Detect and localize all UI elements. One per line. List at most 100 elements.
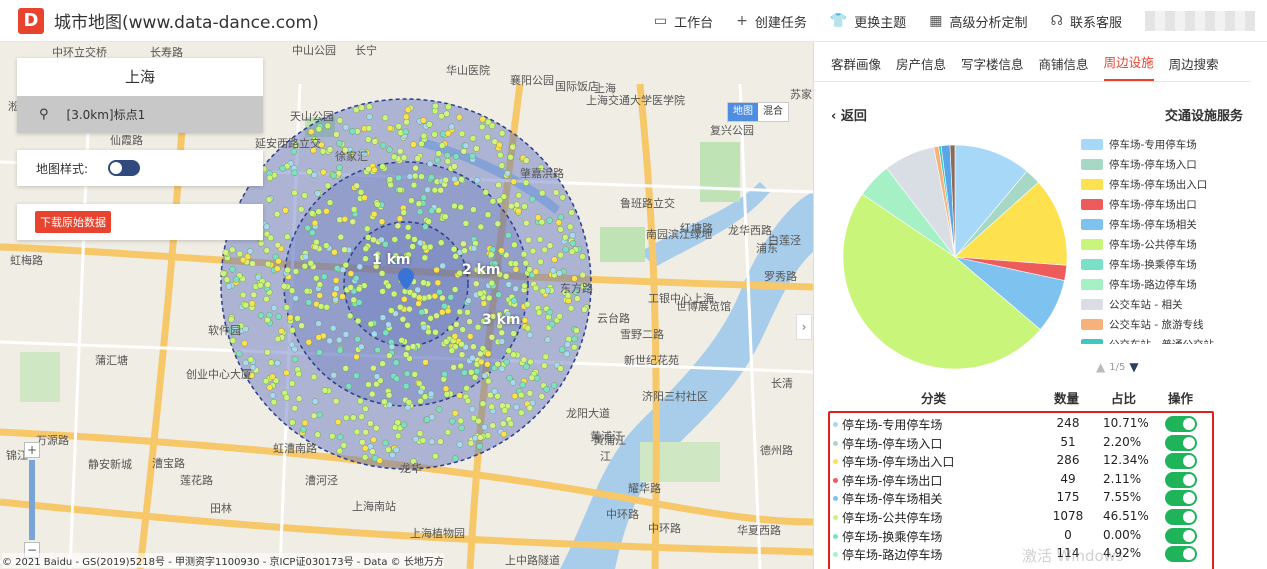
zoom-in-button[interactable]: + — [24, 442, 40, 458]
row-visibility-toggle[interactable] — [1165, 490, 1197, 507]
poi-dot — [374, 346, 381, 354]
poi-dot — [249, 260, 256, 267]
map-place-label: 徐家汇 — [335, 150, 368, 163]
legend-item[interactable]: 停车场-停车场入口 — [1081, 154, 1261, 174]
poi-dot — [501, 407, 508, 414]
poi-dot — [432, 102, 439, 110]
poi-dot — [498, 338, 506, 345]
poi-dot — [556, 313, 563, 320]
map-style-toggle[interactable] — [108, 160, 141, 176]
poi-dot — [394, 222, 402, 230]
collapse-panel-button[interactable]: › — [796, 314, 812, 340]
pager-up-icon[interactable]: ▲ — [1096, 360, 1105, 374]
poi-dot — [298, 206, 305, 213]
poi-dot — [532, 284, 540, 292]
pager-down-icon[interactable]: ▼ — [1129, 360, 1138, 374]
poi-dot — [529, 196, 536, 203]
poi-dot — [541, 362, 548, 369]
tab-shop-info[interactable]: 商铺信息 — [1039, 54, 1089, 81]
legend-item[interactable]: 公交车站 - 相关 — [1081, 294, 1261, 314]
legend-item[interactable]: 公交车站 - 旅游专线 — [1081, 314, 1261, 334]
poi-dot — [435, 406, 443, 413]
nav-contact-support[interactable]: ☊ 联系客服 — [1051, 12, 1122, 31]
back-button[interactable]: ‹ 返回 — [831, 105, 867, 124]
zoom-slider[interactable] — [29, 460, 35, 540]
nav-label: 联系客服 — [1069, 15, 1122, 31]
tab-nearby-search[interactable]: 周边搜索 — [1169, 54, 1219, 81]
poi-dot — [445, 103, 452, 111]
row-visibility-toggle[interactable] — [1165, 453, 1197, 470]
row-visibility-toggle[interactable] — [1165, 546, 1197, 563]
poi-dot — [274, 241, 281, 249]
poi-dot — [403, 370, 411, 377]
map-place-label: 漕河泾 — [305, 474, 338, 487]
row-visibility-toggle[interactable] — [1165, 434, 1197, 451]
poi-dot — [463, 385, 470, 392]
poi-dot — [498, 162, 505, 169]
row-visibility-toggle[interactable] — [1165, 509, 1197, 525]
poi-dot — [291, 356, 299, 363]
poi-dot — [398, 337, 405, 344]
poi-dot — [518, 391, 525, 399]
legend-item[interactable]: 停车场-路边停车场 — [1081, 274, 1261, 294]
row-category: 停车场-停车场出入口 — [842, 455, 955, 470]
map-type-switch[interactable]: 地图 混合 — [727, 102, 789, 122]
legend-label: 公交车站 - 相关 — [1109, 298, 1183, 311]
poi-dot — [574, 295, 581, 302]
poi-dot — [464, 397, 472, 405]
marker-row[interactable]: ⚲ [3.0km]标点1 — [17, 96, 263, 133]
poi-dot — [500, 420, 507, 427]
poi-dot — [536, 236, 544, 243]
poi-dot — [458, 341, 465, 348]
download-raw-data-button[interactable]: 下载原始数据 — [35, 211, 111, 233]
poi-dot — [332, 398, 340, 405]
row-visibility-toggle[interactable] — [1165, 471, 1197, 488]
poi-dot — [456, 392, 463, 399]
poi-dot — [295, 370, 302, 378]
poi-dot — [573, 327, 580, 334]
legend-item[interactable]: 停车场-停车场出口 — [1081, 194, 1261, 214]
tab-customer-profile[interactable]: 客群画像 — [831, 54, 881, 81]
nav-advanced-analysis[interactable]: ▦ 高级分析定制 — [929, 12, 1027, 31]
poi-dot — [371, 210, 378, 218]
nav-create-task[interactable]: + 创建任务 — [736, 12, 807, 31]
row-count: 51 — [1060, 434, 1076, 449]
legend-item[interactable]: 停车场-停车场出入口 — [1081, 174, 1261, 194]
poi-dot — [295, 395, 303, 402]
user-avatar[interactable] — [1145, 11, 1255, 31]
city-name[interactable]: 上海 — [17, 58, 263, 96]
legend-item[interactable]: 停车场-公共停车场 — [1081, 234, 1261, 254]
poi-dot — [495, 181, 502, 189]
poi-dot — [534, 214, 542, 221]
top-nav: ▭ 工作台 + 创建任务 👕 更换主题 ▦ 高级分析定制 ☊ 联系客服 — [654, 0, 1267, 42]
row-visibility-toggle[interactable] — [1165, 527, 1197, 544]
row-count: 49 — [1060, 471, 1076, 486]
row-visibility-toggle[interactable] — [1165, 416, 1197, 432]
poi-dot — [469, 135, 477, 142]
map-place-label: 仙霞路 — [110, 134, 143, 147]
map-type-hybrid[interactable]: 混合 — [758, 103, 788, 121]
tab-property-info[interactable]: 房产信息 — [896, 54, 946, 81]
zoom-control[interactable]: + − — [24, 442, 40, 558]
legend-label: 停车场-专用停车场 — [1109, 138, 1197, 151]
map-type-map[interactable]: 地图 — [728, 103, 758, 121]
legend-item[interactable]: 公交车站 - 普通公交站 — [1081, 334, 1261, 344]
poi-dot — [388, 307, 395, 314]
poi-dot — [437, 186, 444, 194]
legend-item[interactable]: 停车场-停车场相关 — [1081, 214, 1261, 234]
poi-dot — [467, 333, 474, 340]
app-logo[interactable]: D — [18, 7, 44, 34]
nav-workbench[interactable]: ▭ 工作台 — [654, 12, 713, 31]
row-category: 停车场-停车场出口 — [842, 473, 943, 488]
legend-item[interactable]: 停车场-换乘停车场 — [1081, 254, 1261, 274]
legend-item[interactable]: 停车场-专用停车场 — [1081, 134, 1261, 154]
ring-label-3km: 3 km — [482, 312, 521, 328]
poi-dot — [505, 281, 512, 288]
poi-dot — [242, 301, 249, 309]
map-place-label: 复兴公园 — [710, 124, 754, 137]
poi-dot — [565, 335, 572, 343]
tab-nearby-facilities[interactable]: 周边设施 — [1103, 52, 1154, 81]
map-place-label: 东方路 — [560, 282, 593, 295]
tab-office-info[interactable]: 写字楼信息 — [961, 54, 1024, 81]
nav-change-theme[interactable]: 👕 更换主题 — [830, 12, 906, 31]
